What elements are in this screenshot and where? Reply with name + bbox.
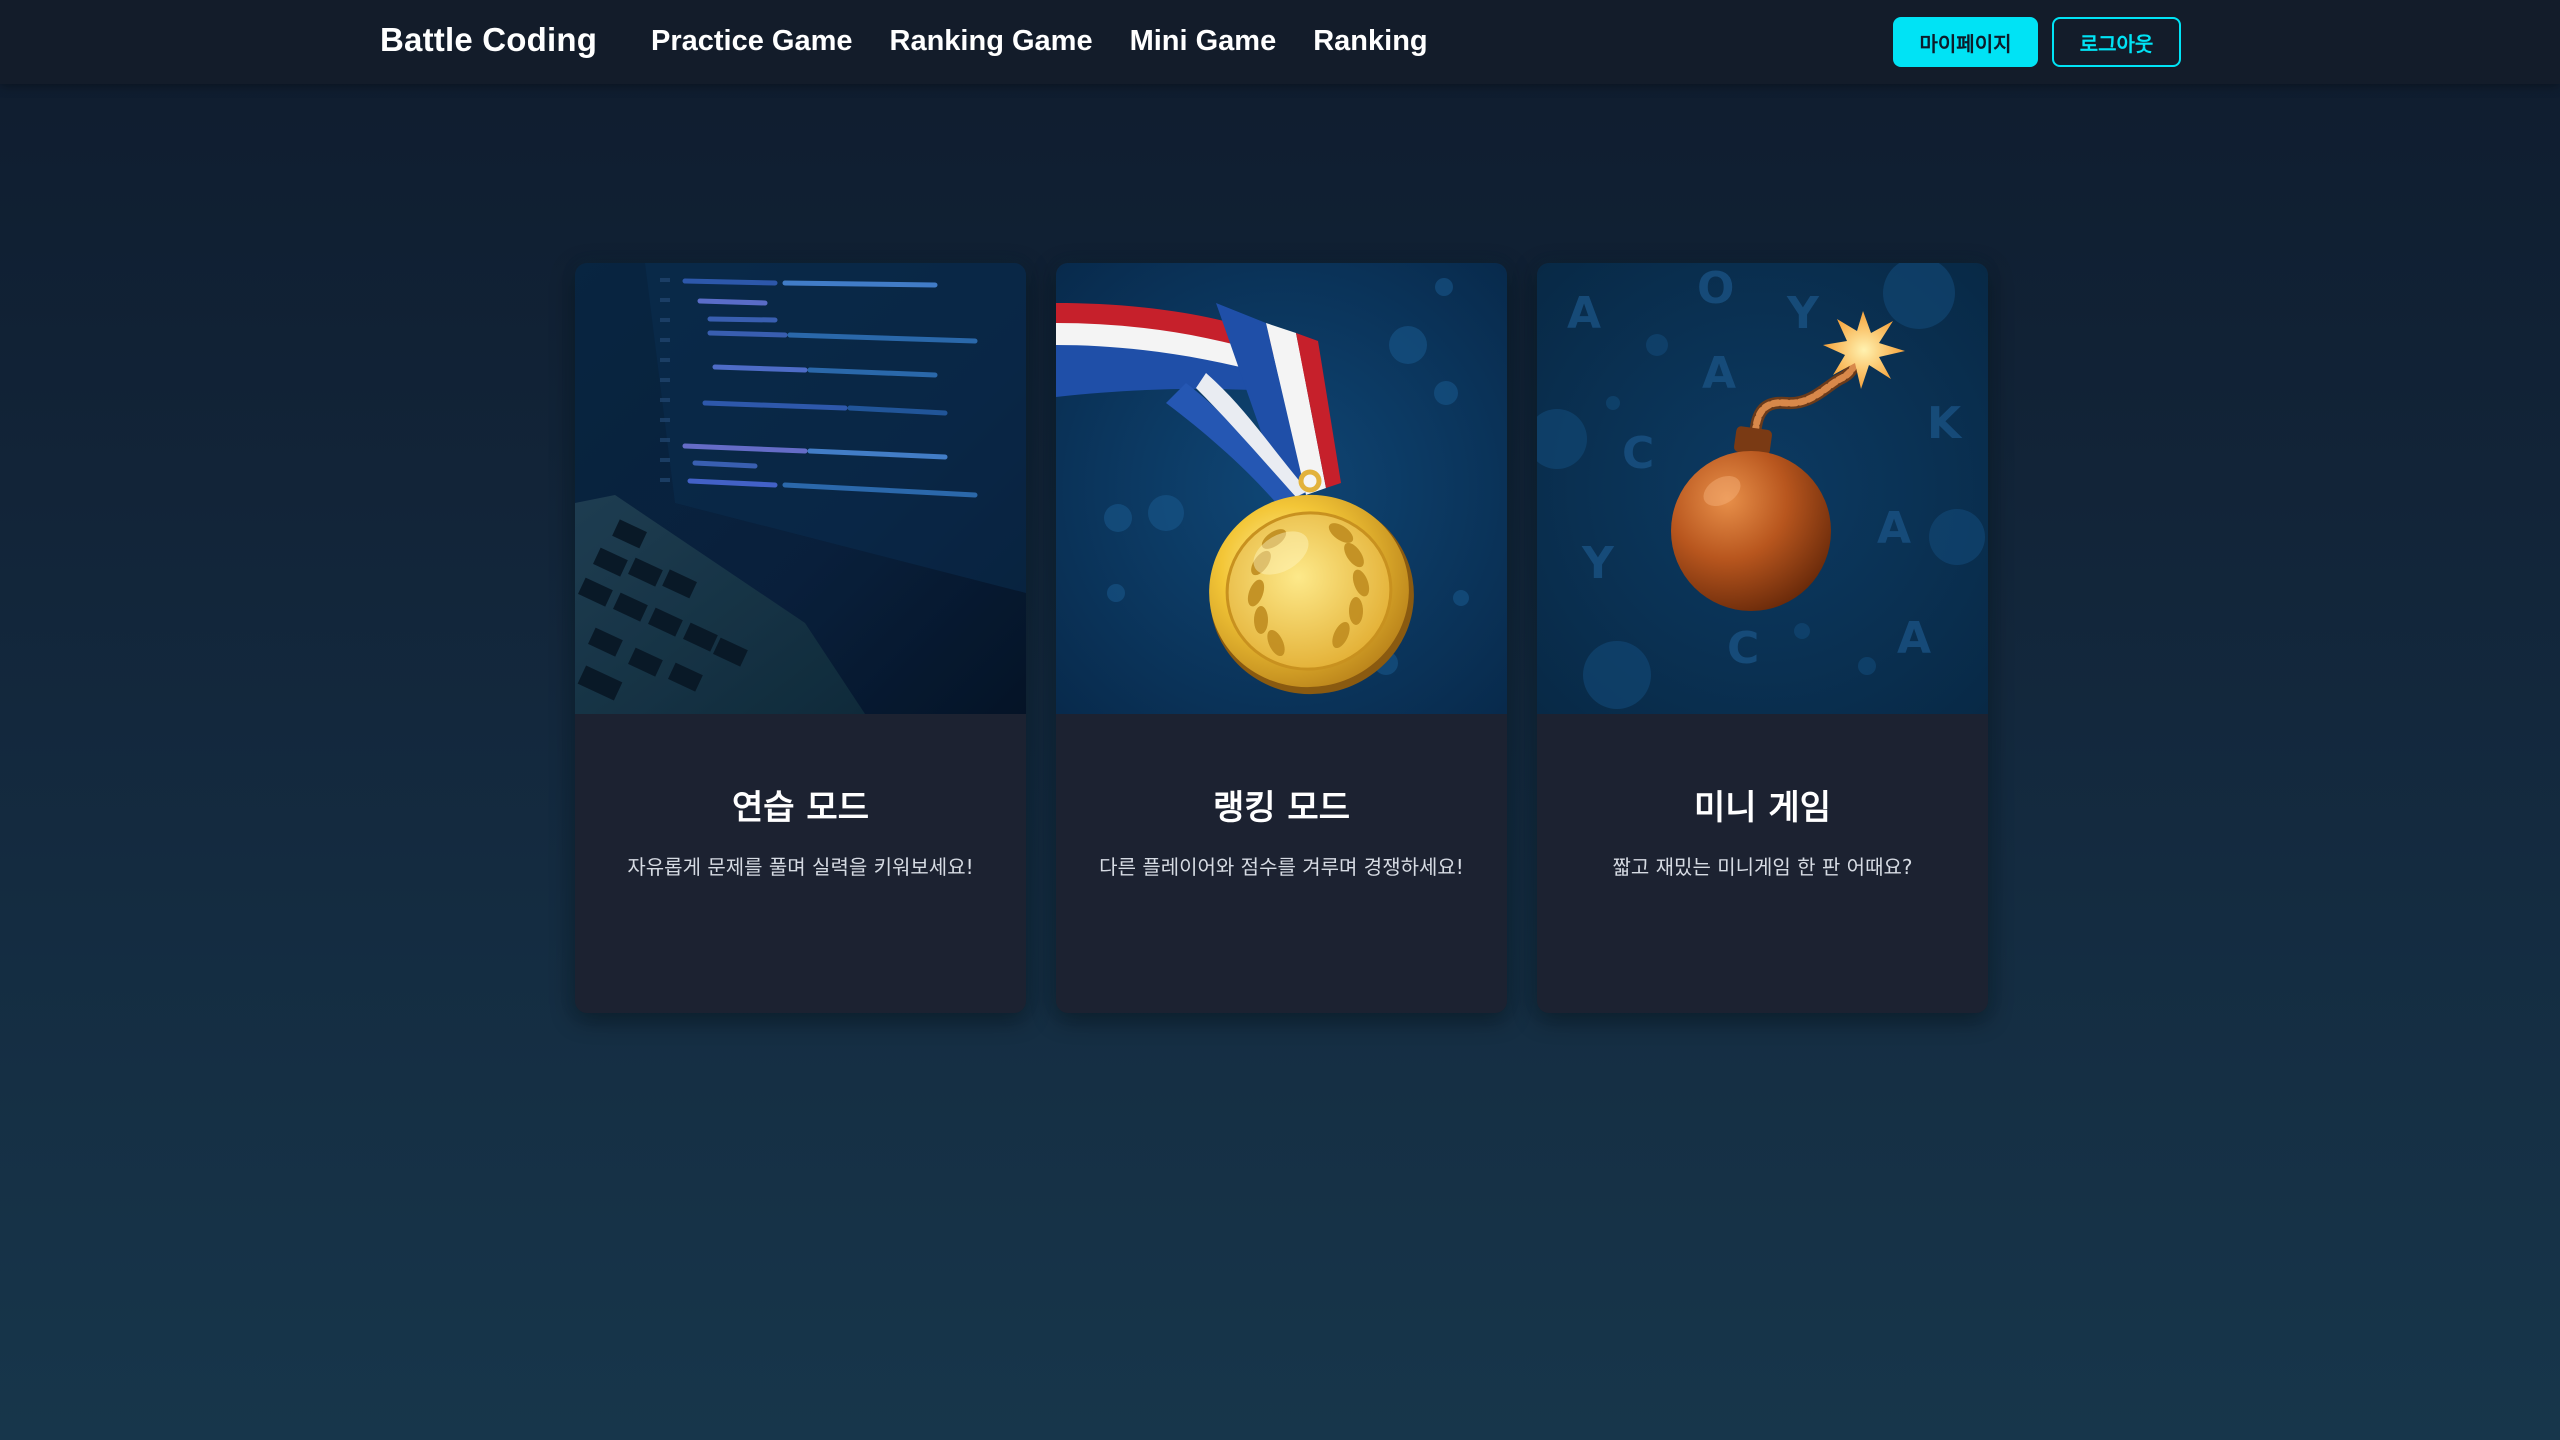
svg-text:K: K [1927,398,1963,449]
svg-text:C: C [1622,428,1654,479]
nav-links: Practice Game Ranking Game Mini Game Ran… [651,25,1428,58]
svg-text:A: A [1567,288,1601,339]
nav-link-practice-game[interactable]: Practice Game [651,25,853,58]
navbar: Battle Coding Practice Game Ranking Game… [0,0,2560,84]
svg-text:Y: Y [1581,538,1615,589]
card-body: 랭킹 모드 다른 플레이어와 점수를 겨루며 경쟁하세요! [1056,714,1507,880]
card-body: 연습 모드 자유롭게 문제를 풀며 실력을 키워보세요! [575,714,1026,880]
gold-medal-image [1056,263,1507,714]
svg-text:O: O [1697,263,1734,314]
card-description: 짧고 재밌는 미니게임 한 판 어때요? [1612,855,1913,879]
svg-text:A: A [1897,613,1931,664]
svg-text:Y: Y [1786,288,1820,339]
card-title: 미니 게임 [1694,788,1831,828]
bomb-image: A O Y A K C A Y C A [1537,263,1988,714]
logout-button[interactable]: 로그아웃 [2052,17,2181,67]
mypage-button[interactable]: 마이페이지 [1893,17,2038,67]
brand-logo[interactable]: Battle Coding [380,21,597,59]
card-body: 미니 게임 짧고 재밌는 미니게임 한 판 어때요? [1537,714,1988,880]
card-mini-game[interactable]: A O Y A K C A Y C A 미니 게임 짧고 재밌는 미니게임 한 … [1537,263,1988,1013]
nav-link-ranking-game[interactable]: Ranking Game [890,25,1093,58]
card-practice-mode[interactable]: 연습 모드 자유롭게 문제를 풀며 실력을 키워보세요! [575,263,1026,1013]
card-ranking-mode[interactable]: 랭킹 모드 다른 플레이어와 점수를 겨루며 경쟁하세요! [1056,263,1507,1013]
laptop-code-image [575,263,1026,714]
card-title: 랭킹 모드 [1213,788,1350,828]
svg-text:A: A [1702,348,1736,399]
svg-text:C: C [1727,623,1759,674]
mode-cards: 연습 모드 자유롭게 문제를 풀며 실력을 키워보세요! 랭킹 모드 다른 플레… [575,263,1988,1013]
svg-text:A: A [1877,503,1911,554]
nav-link-mini-game[interactable]: Mini Game [1130,25,1277,58]
card-description: 다른 플레이어와 점수를 겨루며 경쟁하세요! [1099,855,1464,879]
card-description: 자유롭게 문제를 풀며 실력을 키워보세요! [627,855,974,879]
nav-link-ranking[interactable]: Ranking [1313,25,1427,58]
card-title: 연습 모드 [732,788,869,828]
